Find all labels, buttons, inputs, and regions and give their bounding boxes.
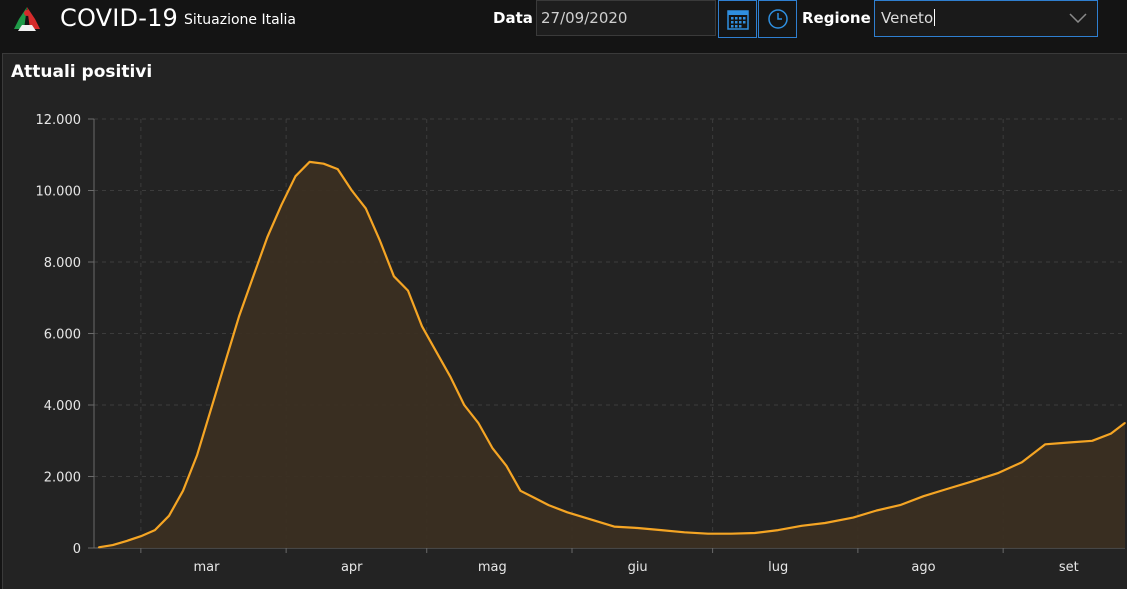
data-point <box>140 535 142 538</box>
y-tick-label: 2.000 <box>44 471 81 486</box>
data-point <box>266 236 269 238</box>
data-point <box>800 525 803 527</box>
data-point <box>533 497 536 499</box>
x-tick-label: apr <box>341 560 363 575</box>
date-input[interactable]: 27/09/2020 <box>536 0 716 36</box>
data-point <box>435 350 437 353</box>
series-area <box>98 161 1126 548</box>
data-point <box>407 289 409 292</box>
data-point <box>449 375 451 378</box>
data-point <box>875 509 878 512</box>
logo-icon <box>14 7 40 31</box>
region-label: Regione <box>802 9 871 27</box>
app-subtitle: Situazione Italia <box>184 12 297 28</box>
data-point <box>1110 432 1112 435</box>
data-point <box>350 189 353 192</box>
data-point <box>126 540 128 542</box>
data-point <box>168 515 170 517</box>
data-point <box>946 488 948 490</box>
data-point <box>753 532 756 534</box>
data-point <box>421 325 423 328</box>
data-point <box>322 162 325 165</box>
data-point <box>1021 461 1023 464</box>
line-chart: 0 2.000 4.000 6.000 8.000 10.000 12.000 mar apr m… <box>36 113 1126 575</box>
data-point <box>707 532 709 535</box>
x-tick-label: set <box>1059 560 1079 575</box>
y-tick-label: 4.000 <box>44 399 81 414</box>
data-point <box>491 447 494 449</box>
time-button[interactable] <box>758 0 797 38</box>
data-point <box>547 504 550 506</box>
data-point <box>210 407 212 410</box>
y-tick-label: 0 <box>73 542 81 557</box>
x-tick-label: mar <box>193 560 220 575</box>
data-point <box>111 544 114 546</box>
data-point <box>636 527 639 529</box>
calendar-icon <box>726 10 749 30</box>
data-point <box>196 454 198 456</box>
x-tick-label: giu <box>628 560 648 575</box>
data-point <box>1044 443 1047 446</box>
data-point <box>238 314 241 317</box>
chart-panel: Attuali positivi 0 2.000 4.000 6.000 8.000 10… <box>2 53 1127 589</box>
x-tick-label: ago <box>911 560 935 575</box>
data-point <box>463 404 466 406</box>
data-point <box>182 490 184 492</box>
data-point <box>1091 439 1093 442</box>
data-point <box>308 161 311 163</box>
data-point <box>683 531 686 534</box>
date-label: Data <box>493 9 533 27</box>
data-point <box>379 239 381 242</box>
data-point <box>1124 422 1126 424</box>
x-tick-label: mag <box>478 560 507 575</box>
data-point <box>393 275 395 278</box>
region-value: Veneto <box>881 9 934 27</box>
app-title: COVID-19 <box>60 4 179 32</box>
data-point <box>336 168 339 170</box>
data-point <box>477 422 480 424</box>
data-point <box>589 518 592 521</box>
data-point <box>294 175 297 177</box>
y-tick-label: 10.000 <box>36 185 82 200</box>
data-point <box>280 204 283 206</box>
data-point <box>1067 441 1070 444</box>
top-bar: COVID-19 Situazione Italia Data 27/09/20… <box>0 0 1127 38</box>
data-point <box>519 490 522 492</box>
data-point <box>252 275 255 278</box>
calendar-button[interactable] <box>718 0 757 38</box>
y-tick-label: 12.000 <box>36 113 82 128</box>
data-point <box>365 207 367 210</box>
data-point <box>730 532 733 535</box>
data-point <box>899 504 901 506</box>
data-point <box>969 481 972 483</box>
data-point <box>922 495 925 497</box>
data-point <box>97 546 100 549</box>
region-select[interactable]: Veneto <box>874 0 1098 37</box>
data-point <box>852 516 854 519</box>
dropdown-arrow-icon[interactable] <box>1069 13 1087 23</box>
data-point <box>660 529 662 531</box>
data-point <box>224 361 227 363</box>
y-tick-label: 6.000 <box>44 328 81 343</box>
x-tick-label: lug <box>768 560 788 575</box>
data-point <box>154 529 156 531</box>
data-point <box>824 522 826 524</box>
data-point <box>566 511 569 514</box>
clock-icon <box>767 9 788 29</box>
data-point <box>777 529 780 531</box>
data-point <box>505 464 508 467</box>
data-point <box>613 525 615 528</box>
data-point <box>997 472 1000 474</box>
y-tick-label: 8.000 <box>44 256 81 271</box>
